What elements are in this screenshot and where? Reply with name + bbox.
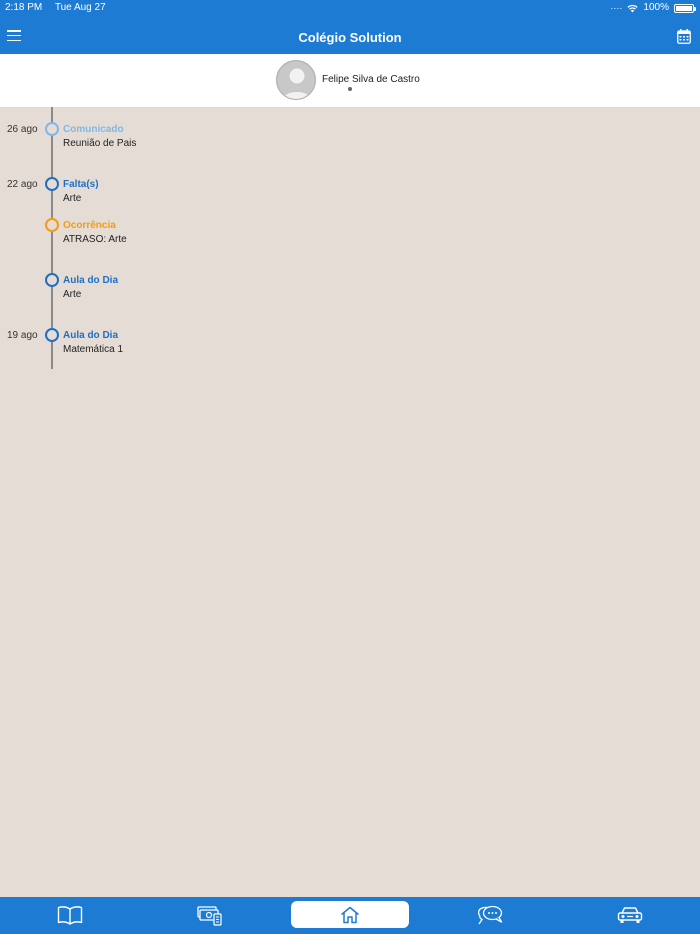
tab-finance[interactable]: [151, 901, 269, 928]
status-bar: 2:18 PM Tue Aug 27 ···· 100%: [0, 0, 700, 16]
event-title: Aula do Dia: [63, 275, 119, 286]
tab-chat[interactable]: [431, 901, 549, 928]
status-left: 2:18 PM Tue Aug 27: [5, 0, 116, 16]
status-date: Tue Aug 27: [54, 2, 106, 13]
event-description: Reunião de Pais: [63, 138, 137, 149]
signal-dots-icon: ····: [610, 3, 623, 13]
event-date: 22 ago: [7, 179, 38, 190]
user-avatar-icon[interactable]: [276, 60, 316, 100]
finance-icon: [197, 905, 222, 926]
event-title: Ocorrência: [63, 220, 116, 231]
event-marker-icon: [45, 328, 59, 342]
page-title: Colégio Solution: [298, 30, 402, 45]
event-description: Arte: [63, 289, 82, 300]
car-icon: [617, 906, 643, 923]
event-description: Arte: [63, 193, 82, 204]
battery-percent: 100%: [643, 2, 669, 13]
battery-icon: [674, 3, 696, 13]
status-time: 2:18 PM: [5, 2, 43, 13]
bottom-tab-bar: [0, 897, 700, 934]
wifi-icon: [627, 4, 638, 12]
event-title: Falta(s): [63, 179, 99, 190]
page-indicator: [348, 87, 352, 91]
event-marker-icon: [45, 218, 59, 232]
timeline-event[interactable]: 22 ago Falta(s) Arte: [0, 177, 700, 217]
event-marker-icon: [45, 122, 59, 136]
timeline: 26 ago Comunicado Reunião de Pais 22 ago…: [0, 107, 700, 897]
timeline-event[interactable]: 19 ago Aula do Dia Matemática 1: [0, 328, 700, 368]
tab-transport[interactable]: [571, 901, 689, 928]
tab-home[interactable]: [291, 901, 409, 928]
event-description: Matemática 1: [63, 344, 124, 355]
chat-icon: [477, 905, 503, 924]
event-date: 26 ago: [7, 124, 38, 135]
book-icon: [57, 905, 83, 925]
timeline-event[interactable]: 26 ago Comunicado Reunião de Pais: [0, 122, 700, 162]
event-title: Aula do Dia: [63, 330, 119, 341]
event-marker-icon: [45, 273, 59, 287]
timeline-event[interactable]: Ocorrência ATRASO: Arte: [0, 218, 700, 258]
event-title: Comunicado: [63, 124, 124, 135]
top-bar: 2:18 PM Tue Aug 27 ···· 100% Colégio Sol…: [0, 0, 700, 54]
event-date: 19 ago: [7, 330, 38, 341]
student-selector[interactable]: Felipe Silva de Castro: [0, 54, 700, 108]
calendar-icon[interactable]: [677, 29, 691, 44]
status-right: ···· 100%: [610, 0, 696, 16]
event-marker-icon: [45, 177, 59, 191]
home-icon: [341, 906, 359, 923]
timeline-event[interactable]: Aula do Dia Arte: [0, 273, 700, 313]
navigation-bar: Colégio Solution: [0, 16, 700, 54]
tab-book[interactable]: [11, 901, 129, 928]
event-description: ATRASO: Arte: [63, 234, 127, 245]
student-name: Felipe Silva de Castro: [322, 74, 420, 85]
